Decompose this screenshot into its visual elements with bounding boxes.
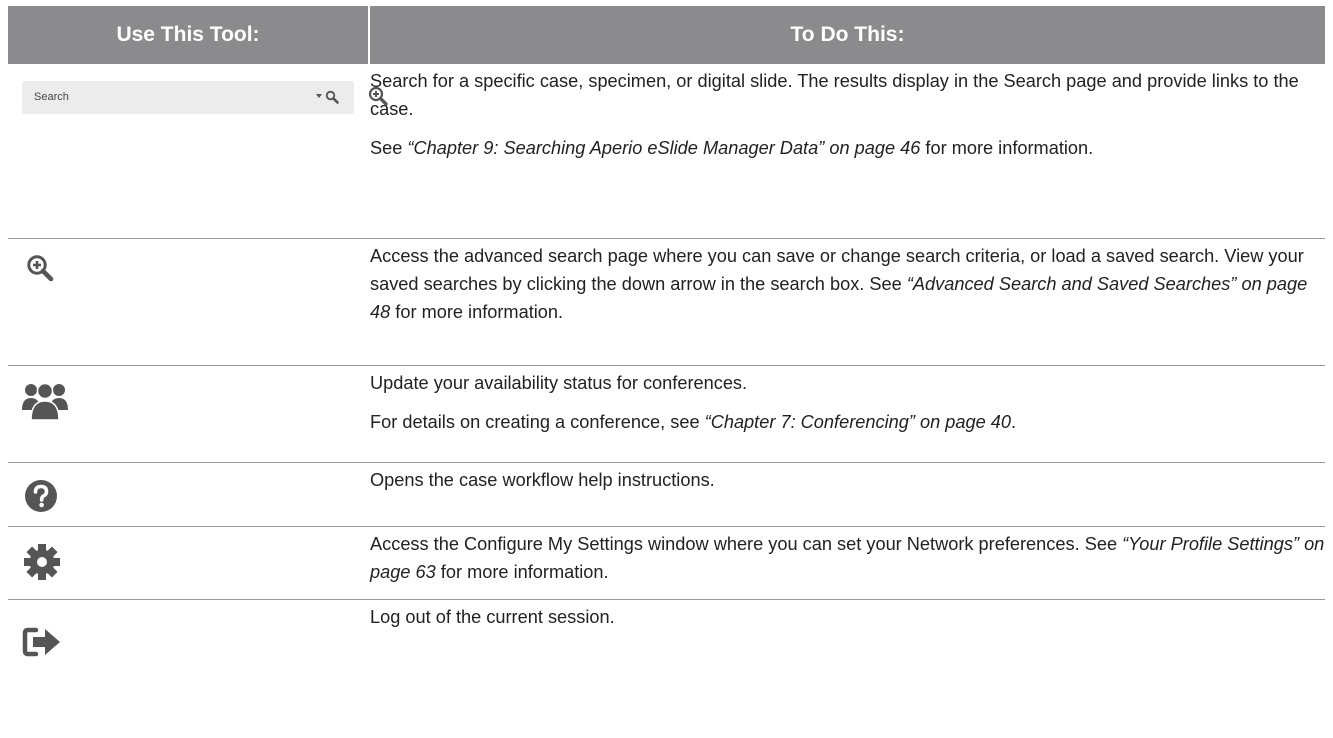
text: See	[370, 138, 408, 158]
tool-cell	[8, 600, 370, 674]
description-cell: Log out of the current session.	[370, 600, 1325, 674]
header-use-this-tool: Use This Tool:	[8, 6, 370, 64]
table-row: Update your availability status for conf…	[8, 366, 1325, 463]
cross-reference-link[interactable]: “Chapter 7: Conferencing” on page 40	[705, 412, 1011, 432]
tool-table: Use This Tool: To Do This: Search Search…	[8, 6, 1325, 674]
gear-icon[interactable]	[23, 543, 61, 581]
description-cell: Search for a specific case, specimen, or…	[370, 64, 1325, 238]
description-text: For details on creating a conference, se…	[370, 408, 1325, 436]
text: For details on creating a conference, se…	[370, 412, 705, 432]
description-text: See “Chapter 9: Searching Aperio eSlide …	[370, 134, 1325, 162]
logout-icon[interactable]	[22, 626, 62, 658]
table-header: Use This Tool: To Do This:	[8, 6, 1325, 64]
table-row: Log out of the current session.	[8, 600, 1325, 674]
description-cell: Access the Configure My Settings window …	[370, 527, 1325, 599]
cross-reference-link[interactable]: “Chapter 9: Searching Aperio eSlide Mana…	[407, 138, 920, 158]
advanced-search-icon[interactable]	[368, 86, 388, 106]
tool-cell	[8, 239, 370, 365]
text: Access the Configure My Settings window …	[370, 534, 1123, 554]
description-text: Access the Configure My Settings window …	[370, 530, 1325, 586]
users-icon[interactable]	[22, 380, 68, 420]
search-placeholder: Search	[34, 91, 69, 103]
text: for more information.	[920, 138, 1094, 158]
table-row: Access the advanced search page where yo…	[8, 239, 1325, 366]
tool-cell	[8, 366, 370, 462]
text: for more information.	[390, 302, 564, 322]
tool-cell	[8, 463, 370, 526]
text: .	[1011, 412, 1017, 432]
description-cell: Update your availability status for conf…	[370, 366, 1325, 462]
chevron-down-icon[interactable]	[316, 94, 322, 98]
description-text: Update your availability status for conf…	[370, 373, 748, 393]
table-row: Search Search for a specific case, speci…	[8, 64, 1325, 239]
advanced-search-icon[interactable]	[26, 254, 54, 282]
tool-cell: Search	[8, 64, 388, 238]
description-cell: Access the advanced search page where yo…	[370, 239, 1325, 365]
table-row: Access the Configure My Settings window …	[8, 527, 1325, 600]
description-text: Opens the case workflow help instruction…	[370, 470, 715, 490]
description-text: Search for a specific case, specimen, or…	[370, 71, 1299, 119]
description-cell: Opens the case workflow help instruction…	[370, 463, 1325, 526]
search-input[interactable]: Search	[22, 81, 354, 114]
tool-cell	[8, 527, 370, 599]
search-icon[interactable]	[325, 90, 339, 104]
header-to-do-this: To Do This:	[370, 6, 1325, 64]
table-row: Opens the case workflow help instruction…	[8, 463, 1325, 527]
text: for more information.	[435, 562, 609, 582]
help-icon[interactable]	[24, 479, 58, 513]
description-text: Access the advanced search page where yo…	[370, 242, 1325, 326]
description-text: Log out of the current session.	[370, 607, 615, 627]
